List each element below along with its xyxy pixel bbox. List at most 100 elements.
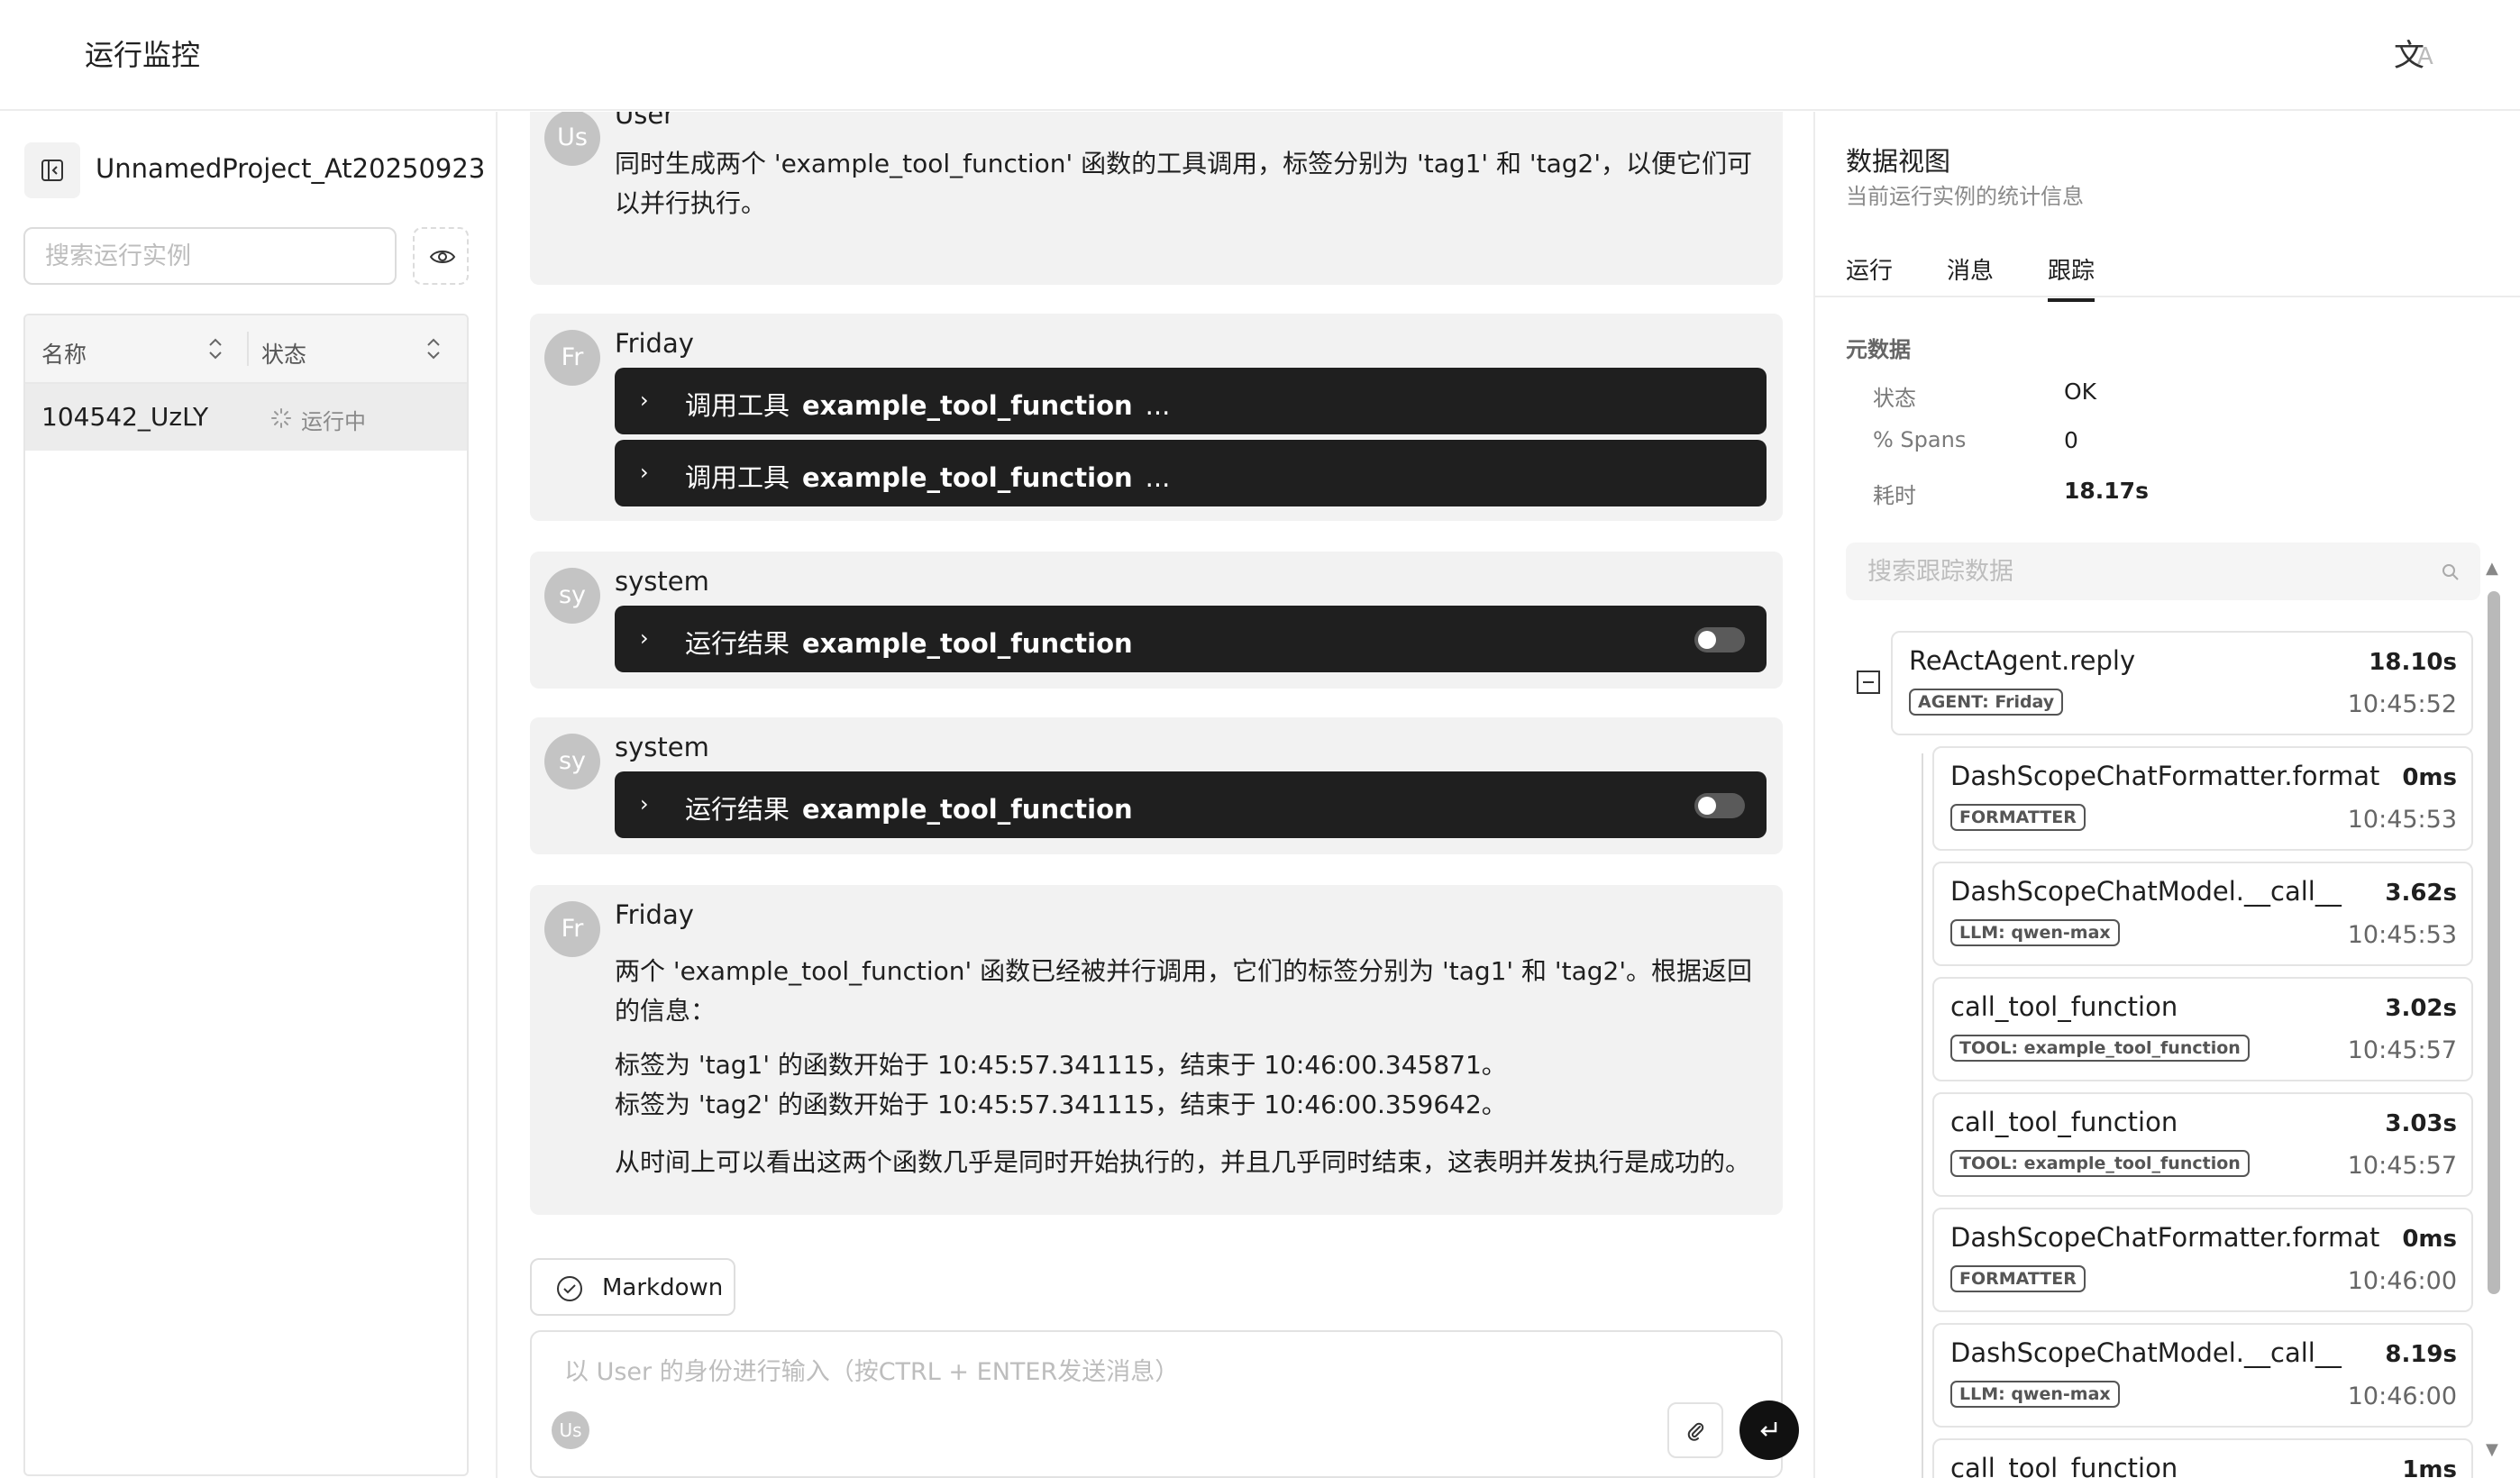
chevron-right-icon: › xyxy=(640,460,649,485)
chevron-right-icon: › xyxy=(640,791,649,817)
send-button[interactable] xyxy=(1739,1400,1799,1460)
tool-result-expander[interactable]: › 运行结果 example_tool_function xyxy=(615,606,1767,672)
message-text: 标签为 'tag2' 的函数开始于 10:45:57.341115，结束于 10… xyxy=(615,1090,1507,1119)
chat-message: Fr Friday › 调用工具 example_tool_function...… xyxy=(530,314,1783,521)
avatar: Fr xyxy=(544,901,600,957)
sort-icon[interactable] xyxy=(205,333,225,364)
meta-key: 状态 xyxy=(1873,386,1916,411)
tab-messages[interactable]: 消息 xyxy=(1947,252,1994,298)
message-text: 两个 'example_tool_function' 函数已经被并行调用，它们的… xyxy=(615,956,1753,1026)
chevron-right-icon: › xyxy=(640,625,649,651)
column-header-status[interactable]: 状态 xyxy=(261,337,306,370)
tab-run[interactable]: 运行 xyxy=(1846,252,1893,298)
span-time: 10:45:52 xyxy=(2347,690,2457,718)
table-row[interactable]: 104542_UzLY 运行中 xyxy=(25,384,467,451)
avatar: Us xyxy=(544,112,600,166)
tool-call-expander[interactable]: › 调用工具 example_tool_function... xyxy=(615,368,1767,434)
scroll-down-icon[interactable]: ▼ xyxy=(2486,1440,2498,1459)
result-toggle[interactable] xyxy=(1694,627,1745,652)
tool-call-ellipsis: ... xyxy=(1145,390,1171,421)
visibility-toggle-button[interactable] xyxy=(413,227,469,285)
trace-search-input[interactable] xyxy=(1846,543,2423,600)
attach-button[interactable] xyxy=(1667,1402,1723,1458)
scrollbar-thumb[interactable] xyxy=(2488,591,2500,1294)
trace-span[interactable]: DashScopeChatModel.__call__ 3.62s LLM: q… xyxy=(1932,862,2473,966)
message-input[interactable] xyxy=(564,1352,1646,1397)
tool-call-expander[interactable]: › 调用工具 example_tool_function... xyxy=(615,440,1767,506)
span-tag: FORMATTER xyxy=(1950,1265,2086,1292)
span-time: 10:45:57 xyxy=(2347,1036,2457,1064)
trace-span[interactable]: DashScopeChatModel.__call__ 8.19s LLM: q… xyxy=(1932,1323,2473,1428)
message-sender: Friday xyxy=(615,899,694,930)
paperclip-icon xyxy=(1687,1422,1704,1441)
tool-result-expander[interactable]: › 运行结果 example_tool_function xyxy=(615,771,1767,838)
span-duration: 18.10s xyxy=(2369,649,2457,676)
avatar: sy xyxy=(544,734,600,789)
span-tag: FORMATTER xyxy=(1950,804,2086,831)
trace-span[interactable]: DashScopeChatFormatter.format 0ms FORMAT… xyxy=(1932,746,2473,851)
span-name: DashScopeChatModel.__call__ xyxy=(1950,876,2342,907)
span-time: 10:46:00 xyxy=(2347,1267,2457,1295)
tool-call-name: example_tool_function xyxy=(802,462,1133,493)
translate-glyph-sub: A xyxy=(2417,43,2433,70)
trace-span-root[interactable]: ReActAgent.reply 18.10s AGENT: Friday 10… xyxy=(1891,631,2473,735)
span-duration: 3.02s xyxy=(2385,995,2457,1022)
chat-message: Us User 同时生成两个 'example_tool_function' 函… xyxy=(530,112,1783,285)
message-sender: Friday xyxy=(615,328,694,359)
span-name: call_tool_function xyxy=(1950,991,2178,1022)
span-duration: 0ms xyxy=(2402,1226,2457,1253)
span-name: ReActAgent.reply xyxy=(1909,645,2136,676)
tool-result-prefix: 运行结果 xyxy=(685,794,790,825)
panel-subtitle: 当前运行实例的统计信息 xyxy=(1846,184,2084,209)
tool-result-name: example_tool_function xyxy=(802,628,1133,659)
trace-span[interactable]: call_tool_function 3.03s TOOL: example_t… xyxy=(1932,1092,2473,1197)
span-name: DashScopeChatFormatter.format xyxy=(1950,1222,2380,1253)
column-divider xyxy=(247,332,249,366)
search-icon xyxy=(2442,564,2459,580)
span-duration: 8.19s xyxy=(2385,1341,2457,1368)
data-view-tabs: 运行 消息 跟踪 xyxy=(1815,247,2520,302)
scroll-up-icon[interactable]: ▲ xyxy=(2486,559,2498,578)
span-time: 10:45:57 xyxy=(2347,1152,2457,1180)
chevron-right-icon: › xyxy=(640,388,649,413)
span-duration: 0ms xyxy=(2402,764,2457,791)
column-header-name[interactable]: 名称 xyxy=(41,337,87,370)
tool-call-name: example_tool_function xyxy=(802,390,1133,421)
result-toggle[interactable] xyxy=(1694,793,1745,818)
sort-icon[interactable] xyxy=(424,333,443,364)
trace-span[interactable]: call_tool_function 3.02s TOOL: example_t… xyxy=(1932,977,2473,1081)
span-tag: AGENT: Friday xyxy=(1909,689,2064,716)
span-tag: LLM: qwen-max xyxy=(1950,1381,2120,1408)
check-circle-icon xyxy=(557,1276,582,1301)
trace-span[interactable]: call_tool_function 1ms xyxy=(1932,1438,2473,1478)
collapse-tree-icon[interactable] xyxy=(1857,671,1880,694)
trace-scrollbar[interactable]: ▲ ▼ xyxy=(2486,559,2500,1478)
chat-message: sy system › 运行结果 example_tool_function xyxy=(530,717,1783,854)
span-name: DashScopeChatFormatter.format xyxy=(1950,761,2380,791)
chat-message: sy system › 运行结果 example_tool_function xyxy=(530,552,1783,689)
markdown-toggle-button[interactable]: Markdown xyxy=(530,1258,735,1316)
span-duration: 1ms xyxy=(2402,1456,2457,1478)
span-time: 10:45:53 xyxy=(2347,921,2457,949)
panel-title: 数据视图 xyxy=(1846,146,1951,177)
run-name: 104542_UzLY xyxy=(41,402,209,432)
collapse-sidebar-icon[interactable] xyxy=(24,142,80,198)
span-time: 10:45:53 xyxy=(2347,806,2457,834)
tab-trace[interactable]: 跟踪 xyxy=(2048,252,2095,302)
translate-icon[interactable]: 文 A xyxy=(2394,31,2444,81)
run-search-input[interactable] xyxy=(25,229,395,283)
trace-search-field[interactable] xyxy=(1846,543,2480,600)
avatar: sy xyxy=(544,568,600,624)
metadata-title: 元数据 xyxy=(1846,337,1911,362)
meta-value: 18.17s xyxy=(2064,478,2149,504)
message-composer: Us xyxy=(530,1330,1799,1478)
run-search-field[interactable] xyxy=(23,227,397,285)
run-status: 运行中 xyxy=(301,409,366,434)
chat-message: Fr Friday 两个 'example_tool_function' 函数已… xyxy=(530,885,1783,1215)
meta-value: OK xyxy=(2064,379,2097,405)
trace-span[interactable]: DashScopeChatFormatter.format 0ms FORMAT… xyxy=(1932,1208,2473,1312)
tool-result-name: example_tool_function xyxy=(802,794,1133,825)
enter-icon xyxy=(1760,1422,1777,1437)
avatar: Fr xyxy=(544,330,600,386)
top-header: 运行监控 文 A xyxy=(0,0,2520,111)
